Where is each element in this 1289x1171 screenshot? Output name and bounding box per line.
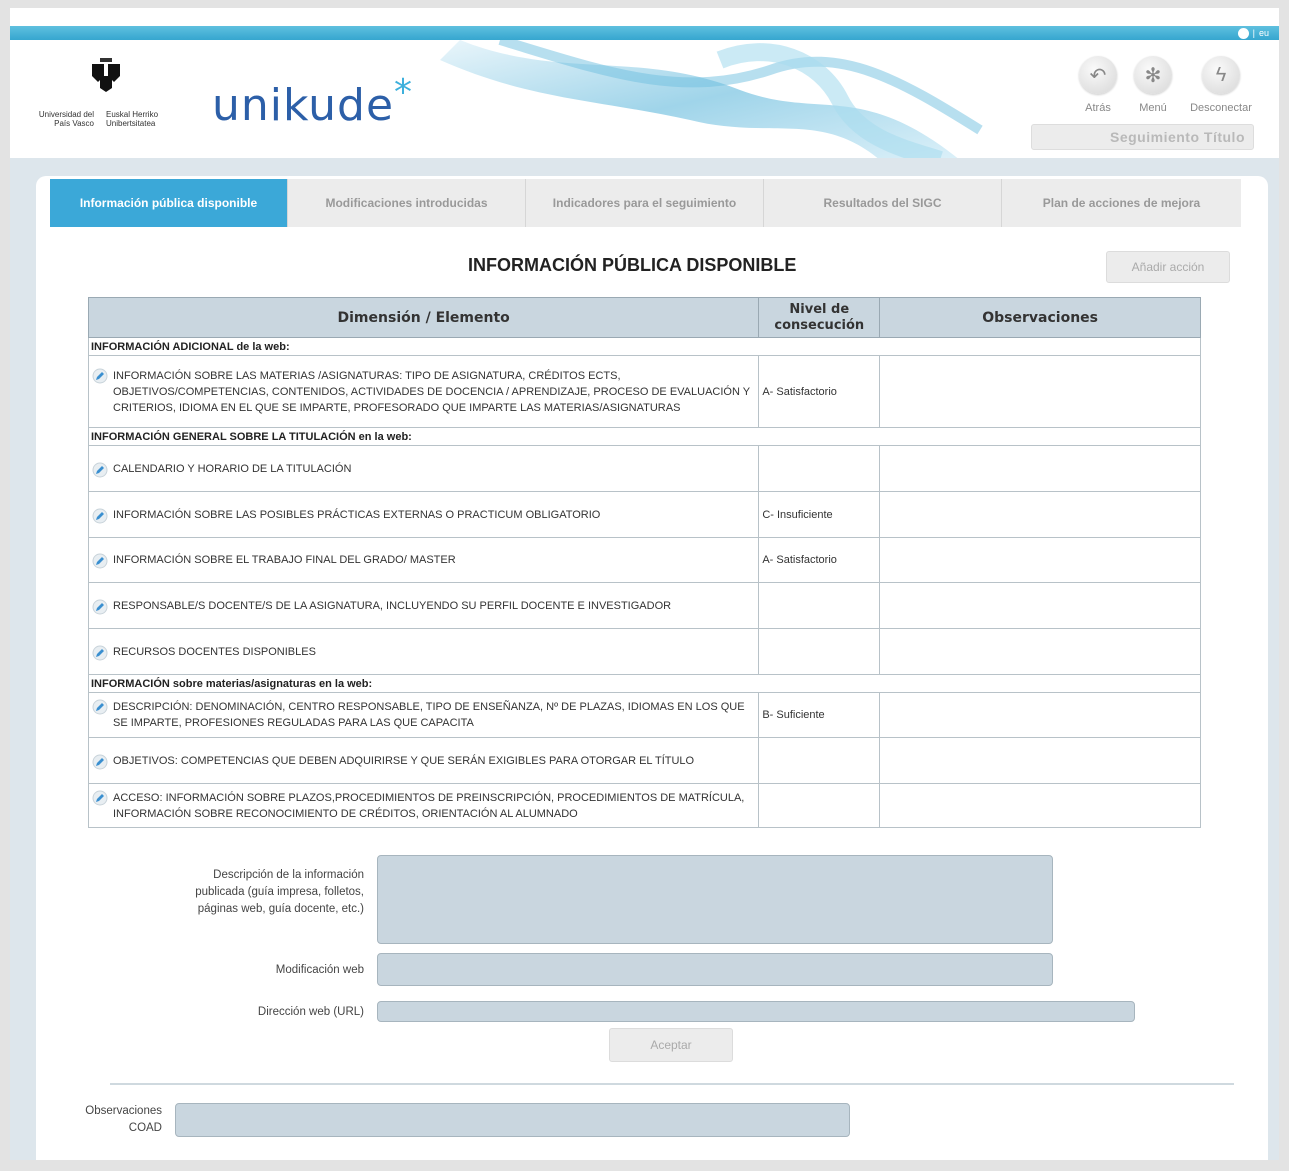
row-observaciones (879, 692, 1201, 738)
tab-modificaciones[interactable]: Modificaciones introducidas (288, 179, 526, 227)
row-element: INFORMACIÓN SOBRE LAS POSIBLES PRÁCTICAS… (113, 508, 601, 521)
row-nivel (758, 445, 881, 492)
descripcion-label: Descripción de la información publicada … (195, 869, 364, 915)
pencil-edit-icon[interactable] (89, 697, 111, 715)
table-row: ACCESO: INFORMACIÓN SOBRE PLAZOS,PROCEDI… (87, 783, 1201, 828)
column-header-nivel: Nivel de consecución (758, 297, 881, 338)
university-emblem-icon (92, 58, 120, 92)
accept-button[interactable]: Aceptar (609, 1028, 733, 1062)
row-element: OBJETIVOS: COMPETENCIAS QUE DEBEN ADQUIR… (113, 754, 695, 767)
column-header-observaciones: Observaciones (879, 297, 1201, 338)
row-element: RESPONSABLE/S DOCENTE/S DE LA ASIGNATURA… (113, 599, 672, 612)
page-title: INFORMACIÓN PÚBLICA DISPONIBLE (468, 255, 797, 275)
row-observaciones (879, 582, 1201, 629)
table-row: RECURSOS DOCENTES DISPONIBLES (87, 628, 1201, 675)
row-nivel: C- Insuficiente (758, 491, 881, 538)
coad-field[interactable] (175, 1103, 850, 1137)
row-observaciones (879, 537, 1201, 583)
pencil-edit-icon[interactable] (89, 788, 111, 806)
row-element: ACCESO: INFORMACIÓN SOBRE PLAZOS,PROCEDI… (113, 791, 745, 820)
coad-label: Observaciones COAD (85, 1105, 162, 1134)
row-element: RECURSOS DOCENTES DISPONIBLES (113, 645, 316, 658)
tab-plan-mejora[interactable]: Plan de acciones de mejora (1002, 179, 1241, 227)
row-element: DESCRIPCIÓN: DENOMINACIÓN, CENTRO RESPON… (113, 701, 745, 729)
table-row: INFORMACIÓN SOBRE EL TRABAJO FINAL DEL G… (87, 537, 1201, 583)
url-field[interactable] (377, 1001, 1135, 1022)
language-link[interactable]: eu (1259, 28, 1269, 38)
row-element: INFORMACIÓN SOBRE EL TRABAJO FINAL DEL G… (113, 554, 456, 566)
table-row: OBJETIVOS: COMPETENCIAS QUE DEBEN ADQUIR… (87, 737, 1201, 784)
tab-resultados-sigc[interactable]: Resultados del SIGC (764, 179, 1002, 227)
section-row: INFORMACIÓN sobre materias/asignaturas e… (88, 674, 1201, 693)
row-observaciones (879, 737, 1201, 784)
tab-informacion-publica[interactable]: Información pública disponible (50, 179, 288, 227)
university-name-eu: Euskal Herriko Unibertsitatea (106, 110, 159, 128)
swirl-decoration (440, 40, 983, 160)
tab-bar: Información pública disponible Modificac… (50, 179, 1241, 227)
row-nivel (758, 783, 881, 828)
back-arrow-icon[interactable]: ↶ (1079, 56, 1117, 94)
pencil-edit-icon[interactable] (89, 551, 111, 569)
divider (110, 1083, 1234, 1085)
descripcion-textarea[interactable] (377, 855, 1053, 944)
row-observaciones (879, 628, 1201, 675)
pencil-edit-icon[interactable] (89, 506, 111, 524)
url-label: Dirección web (URL) (257, 1006, 364, 1018)
menu-button[interactable]: ✻ Menú (1118, 56, 1188, 114)
tab-indicadores[interactable]: Indicadores para el seguimiento (526, 179, 764, 227)
section-row: INFORMACIÓN GENERAL SOBRE LA TITULACIÓN … (88, 427, 1201, 446)
row-nivel (758, 582, 881, 629)
university-logo: Universidad del País Vasco Euskal Herrik… (28, 52, 188, 128)
app-name: unikude (212, 80, 395, 131)
lang-separator: | (1252, 28, 1255, 38)
pencil-edit-icon[interactable] (89, 460, 111, 478)
top-bar: | eu (10, 26, 1279, 40)
section-row: INFORMACIÓN ADICIONAL de la web: (88, 337, 1201, 356)
table-row: DESCRIPCIÓN: DENOMINACIÓN, CENTRO RESPON… (87, 692, 1201, 738)
modificacion-web-label: Modificación web (275, 964, 364, 976)
asterisk-menu-icon[interactable]: ✻ (1134, 56, 1172, 94)
row-nivel: B- Suficiente (758, 692, 881, 738)
university-name-es: Universidad del País Vasco (38, 110, 94, 128)
section-title: INFORMACIÓN ADICIONAL de la web: (88, 337, 1201, 356)
lightning-icon[interactable]: ϟ (1202, 56, 1240, 94)
row-observaciones (879, 783, 1201, 828)
pencil-edit-icon[interactable] (89, 752, 111, 770)
globe-icon[interactable] (1237, 27, 1249, 39)
logout-button[interactable]: ϟ Desconectar (1186, 56, 1256, 114)
app-logo: unikude* (212, 72, 413, 131)
row-nivel: A- Satisfactorio (758, 355, 881, 428)
section-title: INFORMACIÓN sobre materias/asignaturas e… (88, 674, 1201, 693)
modificacion-web-field[interactable] (377, 953, 1053, 986)
row-observaciones (879, 355, 1201, 428)
section-title: Seguimiento Título (1031, 124, 1254, 150)
pencil-edit-icon[interactable] (89, 366, 111, 384)
row-nivel (758, 737, 881, 784)
table-row: CALENDARIO Y HORARIO DE LA TITULACIÓN (87, 445, 1201, 492)
language-switch[interactable]: | eu (1237, 26, 1269, 40)
row-nivel: A- Satisfactorio (758, 537, 881, 583)
menu-label: Menú (1139, 102, 1167, 114)
table-row: RESPONSABLE/S DOCENTE/S DE LA ASIGNATURA… (87, 582, 1201, 629)
section-title: INFORMACIÓN GENERAL SOBRE LA TITULACIÓN … (88, 427, 1201, 446)
pencil-edit-icon[interactable] (89, 643, 111, 661)
row-observaciones (879, 445, 1201, 492)
row-element: INFORMACIÓN SOBRE LAS MATERIAS /ASIGNATU… (113, 369, 750, 414)
column-header-elemento: Dimensión / Elemento (87, 297, 760, 338)
row-element: CALENDARIO Y HORARIO DE LA TITULACIÓN (113, 462, 352, 475)
table-row: INFORMACIÓN SOBRE LAS MATERIAS /ASIGNATU… (87, 355, 1201, 428)
table-row: INFORMACIÓN SOBRE LAS POSIBLES PRÁCTICAS… (87, 491, 1201, 538)
pencil-edit-icon[interactable] (89, 597, 111, 615)
add-action-button[interactable]: Añadir acción (1106, 251, 1230, 283)
information-table: Dimensión / Elemento Nivel de consecució… (87, 297, 1201, 828)
asterisk-logo-icon: * (394, 72, 414, 113)
row-nivel (758, 628, 881, 675)
row-observaciones (879, 491, 1201, 538)
logout-label: Desconectar (1190, 102, 1252, 114)
